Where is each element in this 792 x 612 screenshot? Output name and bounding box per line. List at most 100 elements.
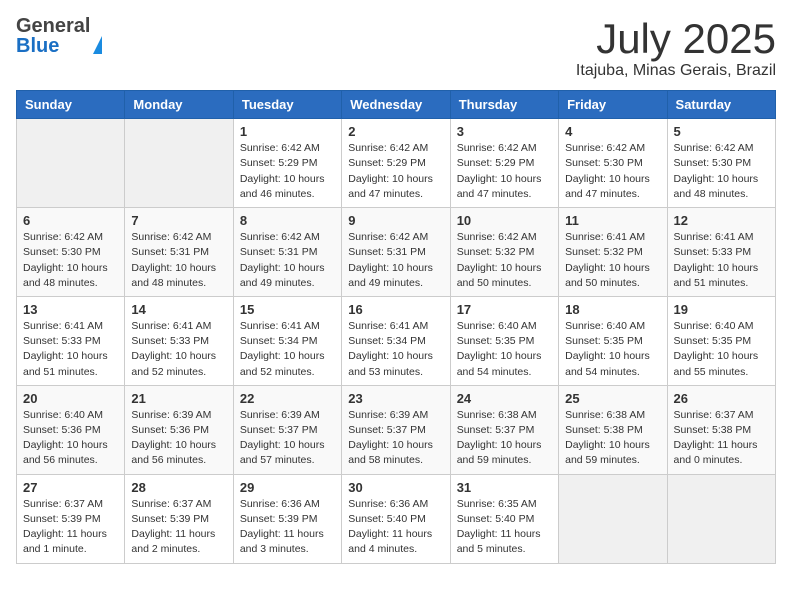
day-info: Sunrise: 6:39 AM Sunset: 5:36 PM Dayligh… xyxy=(131,408,226,469)
day-number: 13 xyxy=(23,302,118,317)
day-info: Sunrise: 6:39 AM Sunset: 5:37 PM Dayligh… xyxy=(240,408,335,469)
calendar-cell: 22 Sunrise: 6:39 AM Sunset: 5:37 PM Dayli… xyxy=(233,385,341,474)
logo-triangle-icon xyxy=(93,36,102,54)
day-number: 7 xyxy=(131,213,226,228)
day-info: Sunrise: 6:41 AM Sunset: 5:34 PM Dayligh… xyxy=(240,319,335,380)
day-number: 16 xyxy=(348,302,443,317)
day-info: Sunrise: 6:40 AM Sunset: 5:35 PM Dayligh… xyxy=(674,319,769,380)
logo-general-text: General xyxy=(16,15,90,37)
day-info: Sunrise: 6:42 AM Sunset: 5:29 PM Dayligh… xyxy=(457,141,552,202)
day-number: 23 xyxy=(348,391,443,406)
calendar-cell: 15 Sunrise: 6:41 AM Sunset: 5:34 PM Dayli… xyxy=(233,296,341,385)
day-info: Sunrise: 6:40 AM Sunset: 5:35 PM Dayligh… xyxy=(565,319,660,380)
calendar-cell: 8 Sunrise: 6:42 AM Sunset: 5:31 PM Daylig… xyxy=(233,208,341,297)
page-title: July 2025 xyxy=(576,16,776,62)
day-number: 1 xyxy=(240,124,335,139)
logo-general-row: General xyxy=(16,16,90,36)
day-info: Sunrise: 6:41 AM Sunset: 5:34 PM Dayligh… xyxy=(348,319,443,380)
calendar-week-2: 6 Sunrise: 6:42 AM Sunset: 5:30 PM Daylig… xyxy=(17,208,776,297)
day-number: 10 xyxy=(457,213,552,228)
calendar-cell: 17Sunrise: 6:40 AM Sunset: 5:35 PM Dayli… xyxy=(450,296,558,385)
day-number: 12 xyxy=(674,213,769,228)
calendar-cell: 16 Sunrise: 6:41 AM Sunset: 5:34 PM Dayli… xyxy=(342,296,450,385)
calendar-cell: 23 Sunrise: 6:39 AM Sunset: 5:37 PM Dayli… xyxy=(342,385,450,474)
calendar-week-3: 13 Sunrise: 6:41 AM Sunset: 5:33 PM Dayli… xyxy=(17,296,776,385)
calendar-cell: 14 Sunrise: 6:41 AM Sunset: 5:33 PM Dayli… xyxy=(125,296,233,385)
day-number: 21 xyxy=(131,391,226,406)
day-number: 19 xyxy=(674,302,769,317)
day-info: Sunrise: 6:39 AM Sunset: 5:37 PM Dayligh… xyxy=(348,408,443,469)
day-number: 14 xyxy=(131,302,226,317)
calendar-header-sunday: Sunday xyxy=(17,91,125,119)
calendar-cell: 4 Sunrise: 6:42 AM Sunset: 5:30 PM Daylig… xyxy=(559,119,667,208)
day-info: Sunrise: 6:35 AM Sunset: 5:40 PM Dayligh… xyxy=(457,497,552,558)
day-number: 15 xyxy=(240,302,335,317)
day-info: Sunrise: 6:41 AM Sunset: 5:33 PM Dayligh… xyxy=(23,319,118,380)
calendar-cell: 10 Sunrise: 6:42 AM Sunset: 5:32 PM Dayli… xyxy=(450,208,558,297)
day-info: Sunrise: 6:42 AM Sunset: 5:30 PM Dayligh… xyxy=(23,230,118,291)
calendar-cell: 19 Sunrise: 6:40 AM Sunset: 5:35 PM Dayli… xyxy=(667,296,775,385)
day-info: Sunrise: 6:38 AM Sunset: 5:37 PM Dayligh… xyxy=(457,408,552,469)
day-number: 9 xyxy=(348,213,443,228)
day-number: 4 xyxy=(565,124,660,139)
calendar-cell: 11 Sunrise: 6:41 AM Sunset: 5:32 PM Dayli… xyxy=(559,208,667,297)
calendar-cell: 12Sunrise: 6:41 AM Sunset: 5:33 PM Dayli… xyxy=(667,208,775,297)
day-number: 11 xyxy=(565,213,660,228)
day-info: Sunrise: 6:40 AM Sunset: 5:36 PM Dayligh… xyxy=(23,408,118,469)
day-info: Sunrise: 6:42 AM Sunset: 5:30 PM Dayligh… xyxy=(565,141,660,202)
day-info: Sunrise: 6:37 AM Sunset: 5:39 PM Dayligh… xyxy=(131,497,226,558)
day-number: 22 xyxy=(240,391,335,406)
day-number: 31 xyxy=(457,480,552,495)
calendar-cell: 18Sunrise: 6:40 AM Sunset: 5:35 PM Dayli… xyxy=(559,296,667,385)
day-info: Sunrise: 6:36 AM Sunset: 5:40 PM Dayligh… xyxy=(348,497,443,558)
day-number: 8 xyxy=(240,213,335,228)
day-number: 20 xyxy=(23,391,118,406)
day-info: Sunrise: 6:37 AM Sunset: 5:38 PM Dayligh… xyxy=(674,408,769,469)
page-header: General Blue July 2025 Itajuba, Minas Ge… xyxy=(16,16,776,80)
day-info: Sunrise: 6:38 AM Sunset: 5:38 PM Dayligh… xyxy=(565,408,660,469)
calendar-header-tuesday: Tuesday xyxy=(233,91,341,119)
day-number: 6 xyxy=(23,213,118,228)
day-number: 26 xyxy=(674,391,769,406)
calendar-cell: 30 Sunrise: 6:36 AM Sunset: 5:40 PM Dayli… xyxy=(342,474,450,563)
calendar-cell: 6 Sunrise: 6:42 AM Sunset: 5:30 PM Daylig… xyxy=(17,208,125,297)
page-subtitle: Itajuba, Minas Gerais, Brazil xyxy=(576,62,776,80)
logo-text: General Blue xyxy=(16,16,90,56)
calendar-header-monday: Monday xyxy=(125,91,233,119)
calendar-header-friday: Friday xyxy=(559,91,667,119)
calendar-cell xyxy=(559,474,667,563)
calendar-week-5: 27Sunrise: 6:37 AM Sunset: 5:39 PM Dayli… xyxy=(17,474,776,563)
calendar-cell: 26 Sunrise: 6:37 AM Sunset: 5:38 PM Dayli… xyxy=(667,385,775,474)
calendar-week-1: 1 Sunrise: 6:42 AM Sunset: 5:29 PM Daylig… xyxy=(17,119,776,208)
calendar-cell: 29Sunrise: 6:36 AM Sunset: 5:39 PM Dayli… xyxy=(233,474,341,563)
day-info: Sunrise: 6:42 AM Sunset: 5:31 PM Dayligh… xyxy=(131,230,226,291)
calendar-cell: 21 Sunrise: 6:39 AM Sunset: 5:36 PM Dayli… xyxy=(125,385,233,474)
calendar-cell: 1Sunrise: 6:42 AM Sunset: 5:29 PM Daylig… xyxy=(233,119,341,208)
day-number: 28 xyxy=(131,480,226,495)
calendar-cell: 13 Sunrise: 6:41 AM Sunset: 5:33 PM Dayli… xyxy=(17,296,125,385)
calendar-cell: 3 Sunrise: 6:42 AM Sunset: 5:29 PM Daylig… xyxy=(450,119,558,208)
day-number: 24 xyxy=(457,391,552,406)
day-info: Sunrise: 6:42 AM Sunset: 5:31 PM Dayligh… xyxy=(240,230,335,291)
logo: General Blue xyxy=(16,16,102,56)
day-info: Sunrise: 6:36 AM Sunset: 5:39 PM Dayligh… xyxy=(240,497,335,558)
day-info: Sunrise: 6:42 AM Sunset: 5:31 PM Dayligh… xyxy=(348,230,443,291)
calendar-cell: 27Sunrise: 6:37 AM Sunset: 5:39 PM Dayli… xyxy=(17,474,125,563)
calendar-cell: 25 Sunrise: 6:38 AM Sunset: 5:38 PM Dayli… xyxy=(559,385,667,474)
day-number: 25 xyxy=(565,391,660,406)
calendar-cell: 31 Sunrise: 6:35 AM Sunset: 5:40 PM Dayli… xyxy=(450,474,558,563)
day-number: 17 xyxy=(457,302,552,317)
day-number: 3 xyxy=(457,124,552,139)
day-info: Sunrise: 6:42 AM Sunset: 5:30 PM Dayligh… xyxy=(674,141,769,202)
day-number: 30 xyxy=(348,480,443,495)
day-info: Sunrise: 6:42 AM Sunset: 5:32 PM Dayligh… xyxy=(457,230,552,291)
day-info: Sunrise: 6:41 AM Sunset: 5:32 PM Dayligh… xyxy=(565,230,660,291)
logo-blue-text: Blue xyxy=(16,36,90,56)
calendar-cell: 5Sunrise: 6:42 AM Sunset: 5:30 PM Daylig… xyxy=(667,119,775,208)
day-info: Sunrise: 6:37 AM Sunset: 5:39 PM Dayligh… xyxy=(23,497,118,558)
calendar-cell: 7 Sunrise: 6:42 AM Sunset: 5:31 PM Daylig… xyxy=(125,208,233,297)
day-info: Sunrise: 6:41 AM Sunset: 5:33 PM Dayligh… xyxy=(131,319,226,380)
calendar-cell: 24 Sunrise: 6:38 AM Sunset: 5:37 PM Dayli… xyxy=(450,385,558,474)
title-block: July 2025 Itajuba, Minas Gerais, Brazil xyxy=(576,16,776,80)
calendar-cell: 28 Sunrise: 6:37 AM Sunset: 5:39 PM Dayli… xyxy=(125,474,233,563)
